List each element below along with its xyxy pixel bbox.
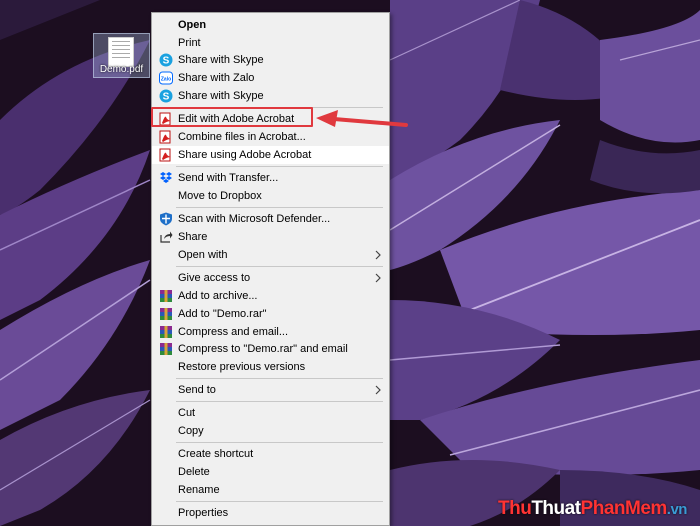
- menu-item-compress-rar-email[interactable]: Compress to "Demo.rar" and email: [152, 340, 389, 358]
- menu-item-rename[interactable]: Rename: [152, 481, 389, 499]
- winrar-icon: [160, 343, 172, 355]
- menu-item-label: Rename: [178, 484, 220, 496]
- menu-item-label: Properties: [178, 507, 229, 519]
- menu-item-label: Delete: [178, 466, 210, 478]
- svg-text:Zalo: Zalo: [161, 77, 171, 83]
- menu-separator: [176, 378, 383, 379]
- menu-item-label: Share using Adobe Acrobat: [178, 149, 312, 161]
- menu-item-label: Create shortcut: [178, 448, 254, 460]
- menu-item-share-acrobat[interactable]: Share using Adobe Acrobat: [152, 146, 389, 164]
- skype-icon: S: [159, 53, 173, 67]
- menu-item-share[interactable]: Share: [152, 228, 389, 246]
- menu-item-send-to[interactable]: Send to: [152, 381, 389, 399]
- menu-item-restore-versions[interactable]: Restore previous versions: [152, 358, 389, 376]
- menu-item-label: Combine files in Acrobat...: [178, 131, 306, 143]
- context-menu: Open Print S Share with Skype Zalo Share…: [151, 12, 390, 526]
- watermark: ThuThuatPhanMem.vn: [498, 498, 687, 520]
- menu-item-label: Send to: [178, 384, 216, 396]
- menu-item-label: Restore previous versions: [178, 361, 306, 373]
- menu-item-cut[interactable]: Cut: [152, 404, 389, 422]
- menu-item-label: Scan with Microsoft Defender...: [178, 213, 331, 225]
- menu-item-label: Open with: [178, 249, 228, 261]
- menu-item-give-access[interactable]: Give access to: [152, 269, 389, 287]
- winrar-icon: [160, 290, 172, 302]
- chevron-right-icon: [375, 385, 381, 395]
- menu-separator: [176, 166, 383, 167]
- menu-item-label: Open: [178, 19, 207, 31]
- menu-item-label: Compress to "Demo.rar" and email: [178, 343, 348, 355]
- pdf-thumbnail-icon: [108, 37, 134, 67]
- skype-icon: S: [159, 89, 173, 103]
- desktop-file-label: Demo.pdf: [99, 64, 144, 75]
- menu-item-label: Cut: [178, 407, 196, 419]
- chevron-right-icon: [375, 250, 381, 260]
- menu-item-label: Add to archive...: [178, 290, 258, 302]
- desktop-file-icon[interactable]: Demo.pdf: [93, 33, 150, 78]
- menu-separator: [176, 266, 383, 267]
- svg-text:S: S: [163, 56, 170, 67]
- menu-item-open[interactable]: Open: [152, 16, 389, 34]
- menu-separator: [176, 401, 383, 402]
- menu-item-delete[interactable]: Delete: [152, 463, 389, 481]
- menu-separator: [176, 442, 383, 443]
- menu-separator: [176, 207, 383, 208]
- menu-item-label: Give access to: [178, 272, 251, 284]
- menu-item-send-transfer[interactable]: Send with Transfer...: [152, 169, 389, 187]
- zalo-icon: Zalo: [159, 71, 173, 85]
- chevron-right-icon: [375, 273, 381, 283]
- winrar-icon: [160, 326, 172, 338]
- watermark-part: Thuat: [531, 498, 581, 519]
- acrobat-icon: [159, 148, 171, 162]
- watermark-part: Thu: [498, 498, 532, 519]
- winrar-icon: [160, 308, 172, 320]
- menu-item-print[interactable]: Print: [152, 34, 389, 52]
- menu-item-scan-defender[interactable]: Scan with Microsoft Defender...: [152, 210, 389, 228]
- menu-item-label: Move to Dropbox: [178, 190, 262, 202]
- menu-item-label: Add to "Demo.rar": [178, 308, 267, 320]
- menu-item-share-skype[interactable]: S Share with Skype: [152, 51, 389, 69]
- menu-item-add-rar[interactable]: Add to "Demo.rar": [152, 305, 389, 323]
- menu-item-compress-email[interactable]: Compress and email...: [152, 323, 389, 341]
- share-icon: [160, 231, 173, 243]
- menu-item-create-shortcut[interactable]: Create shortcut: [152, 445, 389, 463]
- menu-item-add-archive[interactable]: Add to archive...: [152, 287, 389, 305]
- menu-item-label: Share with Skype: [178, 90, 264, 102]
- menu-item-move-dropbox[interactable]: Move to Dropbox: [152, 187, 389, 205]
- menu-item-label: Print: [178, 37, 201, 49]
- menu-item-copy[interactable]: Copy: [152, 422, 389, 440]
- menu-item-share-zalo[interactable]: Zalo Share with Zalo: [152, 69, 389, 87]
- defender-icon: [160, 212, 172, 226]
- watermark-part: .vn: [666, 501, 688, 518]
- menu-item-properties[interactable]: Properties: [152, 504, 389, 522]
- annotation-highlight-box: [151, 107, 313, 127]
- menu-item-label: Send with Transfer...: [178, 172, 279, 184]
- menu-item-label: Share with Skype: [178, 54, 264, 66]
- menu-separator: [176, 501, 383, 502]
- watermark-part: PhanMem: [580, 498, 668, 519]
- dropbox-icon: [160, 172, 172, 183]
- menu-item-label: Copy: [178, 425, 204, 437]
- menu-item-share-skype-2[interactable]: S Share with Skype: [152, 87, 389, 105]
- annotation-arrow-icon: [316, 110, 408, 127]
- menu-item-open-with[interactable]: Open with: [152, 246, 389, 264]
- menu-item-label: Compress and email...: [178, 326, 289, 338]
- acrobat-icon: [159, 130, 171, 144]
- menu-item-label: Share: [178, 231, 208, 243]
- menu-item-label: Share with Zalo: [178, 72, 255, 84]
- svg-text:S: S: [163, 92, 170, 103]
